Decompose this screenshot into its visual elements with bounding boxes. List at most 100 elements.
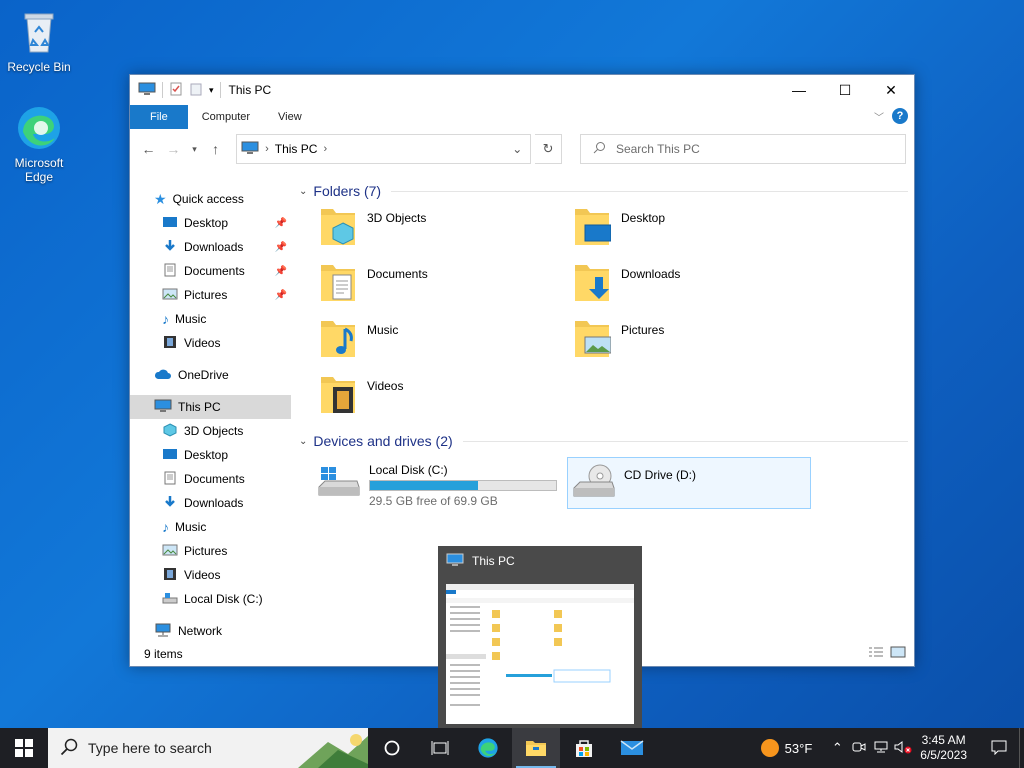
- recent-locations-button[interactable]: ▾: [188, 144, 201, 155]
- sidebar-item-pictures[interactable]: Pictures: [130, 539, 291, 563]
- folder-3d-objects[interactable]: 3D Objects: [319, 203, 573, 259]
- sidebar-item-videos[interactable]: Videos: [130, 331, 291, 355]
- start-button[interactable]: [0, 728, 48, 768]
- sidebar-item-downloads[interactable]: Downloads: [130, 491, 291, 515]
- help-icon[interactable]: ?: [892, 108, 908, 124]
- folder-music[interactable]: Music: [319, 315, 573, 371]
- sidebar-item-local-disk[interactable]: Local Disk (C:): [130, 587, 291, 611]
- folder-videos[interactable]: Videos: [319, 371, 573, 427]
- sidebar-item-pictures[interactable]: Pictures 📌: [130, 283, 291, 307]
- folder-name: 3D Objects: [367, 211, 427, 225]
- film-icon: [162, 335, 178, 352]
- taskbar-store-button[interactable]: [560, 728, 608, 768]
- hard-drive-icon: [317, 461, 361, 505]
- sidebar-item-label: Network: [178, 624, 223, 638]
- search-input[interactable]: Search This PC: [616, 142, 700, 156]
- folder-pictures[interactable]: Pictures: [573, 315, 827, 371]
- taskbar-search-input[interactable]: Type here to search: [88, 740, 212, 756]
- sidebar-item-documents[interactable]: Documents: [130, 467, 291, 491]
- search-icon: [593, 141, 606, 157]
- desktop-icon-label: Microsoft Edge: [14, 156, 64, 184]
- desktop-icon-edge[interactable]: Microsoft Edge: [1, 104, 77, 184]
- close-button[interactable]: ✕: [868, 75, 914, 105]
- folder-name: Videos: [367, 379, 404, 393]
- search-box[interactable]: Search This PC: [579, 134, 906, 164]
- music-icon: ♪: [162, 519, 169, 535]
- minimize-button[interactable]: —: [776, 75, 822, 105]
- folder-downloads-icon: [573, 259, 611, 306]
- sidebar-item-music[interactable]: ♪ Music: [130, 515, 291, 539]
- folder-downloads[interactable]: Downloads: [573, 259, 827, 315]
- folder-3d-objects-icon: [319, 203, 357, 250]
- refresh-button[interactable]: ↻: [535, 134, 562, 164]
- properties-icon[interactable]: [169, 82, 183, 99]
- breadcrumb-separator[interactable]: ›: [323, 143, 327, 155]
- expand-ribbon-chevron-icon[interactable]: ﹀: [874, 109, 884, 124]
- cortana-button[interactable]: [368, 728, 416, 768]
- sidebar-item-network[interactable]: Network: [130, 619, 291, 643]
- sidebar-item-videos[interactable]: Videos: [130, 563, 291, 587]
- drive-free-space: 29.5 GB free of 69.9 GB: [369, 494, 498, 508]
- drive-cd-d[interactable]: CD Drive (D:): [567, 457, 811, 509]
- sidebar-item-desktop[interactable]: Desktop 📌: [130, 211, 291, 235]
- folder-documents-icon: [319, 259, 357, 306]
- breadcrumb-separator: ›: [265, 143, 269, 155]
- taskbar-edge-button[interactable]: [464, 728, 512, 768]
- disk-usage-fill: [370, 481, 478, 490]
- sidebar-item-documents[interactable]: Documents 📌: [130, 259, 291, 283]
- show-desktop-button[interactable]: [1019, 728, 1024, 768]
- maximize-button[interactable]: ☐: [822, 75, 868, 105]
- folder-documents[interactable]: Documents: [319, 259, 573, 315]
- address-dropdown-icon[interactable]: ⌄: [504, 142, 530, 156]
- tab-computer[interactable]: Computer: [188, 105, 264, 129]
- taskbar-mail-button[interactable]: [608, 728, 656, 768]
- computer-icon: [154, 399, 172, 416]
- tab-view[interactable]: View: [264, 105, 316, 129]
- this-pc-icon: [241, 141, 259, 158]
- sidebar-item-this-pc[interactable]: This PC: [130, 395, 291, 419]
- devices-group-header[interactable]: ⌄ Devices and drives (2): [291, 429, 914, 453]
- large-icons-view-icon[interactable]: [890, 646, 906, 661]
- task-view-button[interactable]: [416, 728, 464, 768]
- taskbar-thumbnail-preview[interactable]: This PC: [438, 546, 642, 728]
- details-view-icon[interactable]: [868, 646, 884, 661]
- group-title: Folders (7): [313, 183, 382, 199]
- drive-local-disk-c[interactable]: Local Disk (C:) 29.5 GB free of 69.9 GB: [313, 457, 557, 509]
- address-bar[interactable]: › This PC › ⌄: [236, 134, 532, 164]
- sidebar-item-3d-objects[interactable]: 3D Objects: [130, 419, 291, 443]
- weather-widget[interactable]: 53°F: [760, 739, 812, 757]
- navigation-pane: ★ Quick access Desktop 📌 Downloads 📌 Doc…: [130, 187, 291, 643]
- folder-videos-icon: [319, 371, 357, 418]
- task-view-icon: [431, 741, 449, 755]
- show-hidden-icons-chevron-icon[interactable]: ⌃: [826, 740, 848, 756]
- forward-button[interactable]: →: [163, 141, 184, 157]
- new-folder-icon[interactable]: [189, 82, 203, 99]
- desktop-icon-recycle-bin[interactable]: Recycle Bin: [1, 8, 77, 74]
- folder-name: Pictures: [621, 323, 665, 337]
- folder-music-icon: [319, 315, 357, 362]
- volume-muted-icon[interactable]: [892, 740, 914, 757]
- notifications-icon[interactable]: [979, 739, 1019, 758]
- file-explorer-icon: [526, 741, 546, 756]
- document-icon: [162, 263, 178, 280]
- sidebar-item-quick-access[interactable]: ★ Quick access: [130, 187, 291, 211]
- sidebar-item-label: Desktop: [184, 448, 229, 462]
- taskbar-file-explorer-button[interactable]: [512, 728, 560, 768]
- sidebar-item-downloads[interactable]: Downloads 📌: [130, 235, 291, 259]
- taskbar-search-box[interactable]: Type here to search: [48, 728, 368, 768]
- sidebar-item-desktop[interactable]: Desktop: [130, 443, 291, 467]
- folders-grid: 3D Objects Desktop Documents Downloads M…: [291, 203, 914, 427]
- customize-toolbar-chevron-icon[interactable]: ▾: [209, 85, 214, 96]
- network-icon[interactable]: [870, 741, 892, 756]
- folder-pictures-icon: [573, 315, 612, 362]
- tab-file[interactable]: File: [130, 105, 188, 129]
- back-button[interactable]: ←: [138, 141, 159, 157]
- sidebar-item-music[interactable]: ♪ Music: [130, 307, 291, 331]
- meet-now-icon[interactable]: [848, 741, 870, 756]
- clock[interactable]: 3:45 AM 6/5/2023: [920, 733, 967, 763]
- folders-group-header[interactable]: ⌄ Folders (7): [291, 179, 914, 203]
- up-button[interactable]: ↑: [205, 141, 226, 157]
- breadcrumb-this-pc[interactable]: This PC: [275, 142, 318, 156]
- folder-desktop[interactable]: Desktop: [573, 203, 827, 259]
- sidebar-item-onedrive[interactable]: OneDrive: [130, 363, 291, 387]
